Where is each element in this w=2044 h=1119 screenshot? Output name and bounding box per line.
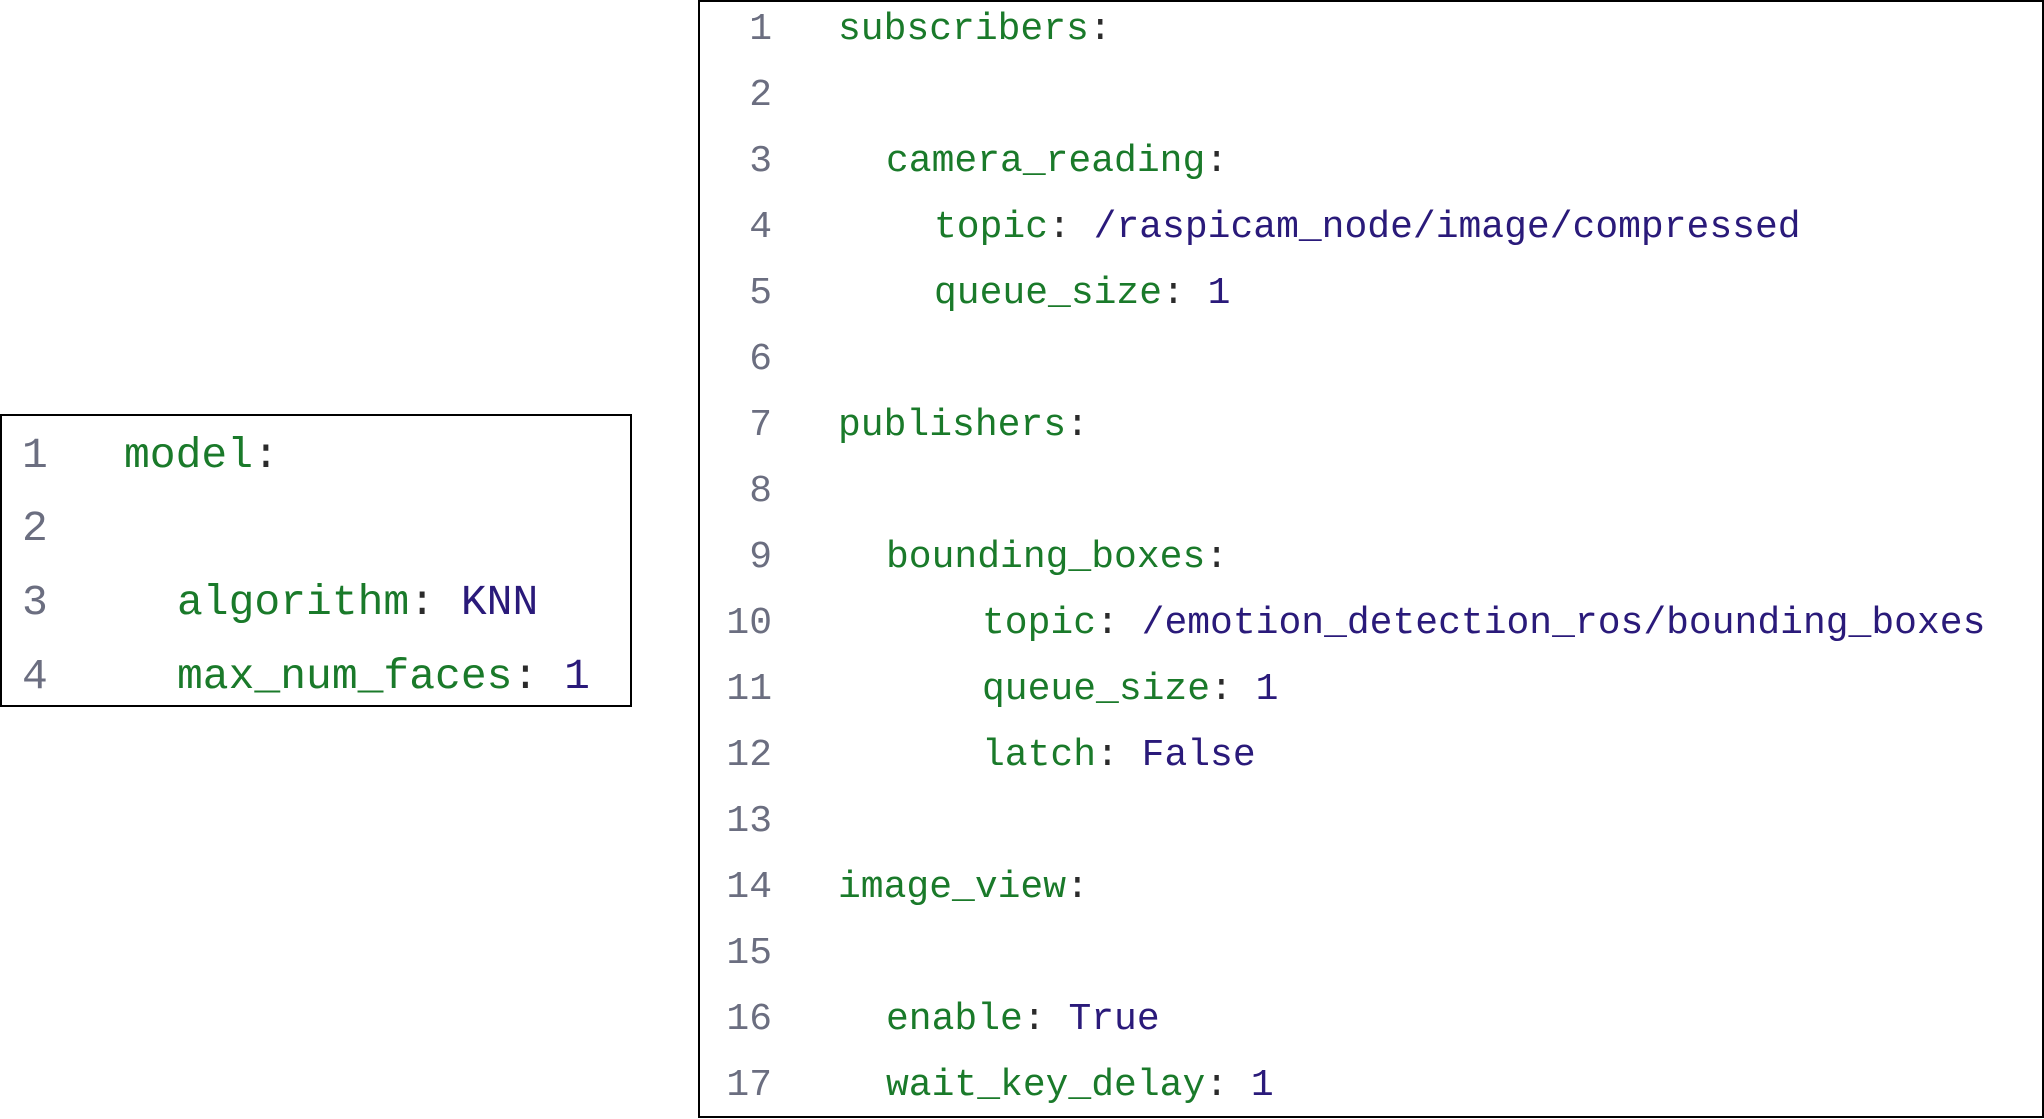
yaml-key: publishers xyxy=(838,404,1067,447)
line-number: 16 xyxy=(726,998,772,1041)
code-text: queue_size: 1 xyxy=(982,657,1278,723)
yaml-separator: : xyxy=(1205,536,1229,579)
yaml-separator: : xyxy=(1066,866,1089,909)
yaml-key: enable xyxy=(886,998,1023,1041)
yaml-key: bounding_boxes xyxy=(886,536,1206,579)
ros-config-listing: 1 subscribers: 2 3 camera_reading: 4 topic: /r… xyxy=(698,0,2044,1118)
line-number: 11 xyxy=(726,668,772,711)
yaml-separator: : xyxy=(1205,140,1229,183)
line-number: 5 xyxy=(749,272,772,315)
code-line: 12 latch: False xyxy=(700,723,2042,789)
yaml-separator: : xyxy=(1210,668,1256,711)
yaml-value: False xyxy=(1141,734,1256,777)
code-line: 14 image_view: xyxy=(700,855,2042,921)
yaml-value: 1 xyxy=(1207,272,1231,315)
line-number: 10 xyxy=(726,602,772,645)
yaml-separator: : xyxy=(512,652,565,701)
code-line: 13 xyxy=(700,789,2042,855)
yaml-value: /raspicam_node/image/compressed xyxy=(1093,206,1801,249)
line-number: 7 xyxy=(749,404,772,447)
code-line: 1 model: xyxy=(2,419,630,493)
model-config-listing: 1 model: 2 3 algorithm: KNN 4 max_num_faces: 1 xyxy=(0,414,632,707)
yaml-key: algorithm xyxy=(177,578,410,627)
code-line: 8 xyxy=(700,459,2042,525)
yaml-separator: : xyxy=(1048,206,1094,249)
code-line: 6 xyxy=(700,327,2042,393)
yaml-key: camera_reading xyxy=(886,140,1206,183)
code-line: 10 topic: /emotion_detection_ros/bounding… xyxy=(700,591,2042,657)
yaml-key: topic xyxy=(934,206,1049,249)
yaml-separator: : xyxy=(1096,602,1142,645)
code-line: 2 xyxy=(2,492,630,566)
code-text: wait_key_delay: 1 xyxy=(886,1053,1274,1119)
code-line: 1 subscribers: xyxy=(700,0,2042,63)
code-text: algorithm: KNN xyxy=(177,566,538,640)
line-number: 1 xyxy=(749,8,772,51)
line-number: 2 xyxy=(749,74,772,117)
yaml-key: latch xyxy=(982,734,1097,777)
code-text: enable: True xyxy=(886,987,1160,1053)
yaml-key: model xyxy=(124,431,254,480)
code-line: 4 topic: /raspicam_node/image/compressed xyxy=(700,195,2042,261)
line-number: 17 xyxy=(726,1064,772,1107)
yaml-value: 1 xyxy=(564,652,590,701)
code-line: 9 bounding_boxes: xyxy=(700,525,2042,591)
yaml-value: True xyxy=(1068,998,1160,1041)
yaml-value: 1 xyxy=(1250,1064,1274,1107)
yaml-value: 1 xyxy=(1255,668,1279,711)
code-line: 2 xyxy=(700,63,2042,129)
line-number: 3 xyxy=(22,578,48,627)
yaml-separator: : xyxy=(1022,998,1069,1041)
code-line: 3 algorithm: KNN xyxy=(2,566,630,640)
code-text: queue_size: 1 xyxy=(934,261,1230,327)
yaml-value: KNN xyxy=(460,578,539,627)
yaml-value: /emotion_detection_ros/bounding_boxes xyxy=(1141,602,1986,645)
line-number: 12 xyxy=(726,734,772,777)
code-text: latch: False xyxy=(982,723,1256,789)
line-number: 14 xyxy=(726,866,772,909)
line-number: 2 xyxy=(22,504,48,553)
yaml-separator: : xyxy=(1096,734,1142,777)
yaml-key: wait_key_delay xyxy=(886,1064,1206,1107)
yaml-separator: : xyxy=(1162,272,1208,315)
code-line: 17 wait_key_delay: 1 xyxy=(700,1053,2042,1119)
yaml-key: subscribers xyxy=(838,8,1089,51)
yaml-separator: : xyxy=(1066,404,1089,447)
code-text: publishers: xyxy=(838,393,1089,459)
yaml-separator: : xyxy=(1088,8,1112,51)
yaml-key: topic xyxy=(982,602,1097,645)
code-text: max_num_faces: 1 xyxy=(177,640,590,714)
yaml-key: queue_size xyxy=(982,668,1211,711)
line-number: 6 xyxy=(749,338,772,381)
yaml-key: queue_size xyxy=(934,272,1163,315)
line-number: 9 xyxy=(749,536,772,579)
code-text: image_view: xyxy=(838,855,1089,921)
yaml-key: max_num_faces xyxy=(177,652,513,701)
yaml-key: image_view xyxy=(838,866,1067,909)
code-text: model: xyxy=(124,419,279,493)
code-line: 3 camera_reading: xyxy=(700,129,2042,195)
code-line: 7 publishers: xyxy=(700,393,2042,459)
line-number: 8 xyxy=(749,470,772,513)
code-line: 16 enable: True xyxy=(700,987,2042,1053)
line-number: 4 xyxy=(749,206,772,249)
line-number: 3 xyxy=(749,140,772,183)
code-line: 4 max_num_faces: 1 xyxy=(2,640,630,714)
line-number: 1 xyxy=(22,431,48,480)
yaml-separator: : xyxy=(253,431,279,480)
code-line: 15 xyxy=(700,921,2042,987)
code-text: topic: /raspicam_node/image/compressed xyxy=(934,195,1801,261)
code-line: 11 queue_size: 1 xyxy=(700,657,2042,723)
line-number: 15 xyxy=(726,932,772,975)
code-text: subscribers: xyxy=(838,0,1112,63)
code-line: 5 queue_size: 1 xyxy=(700,261,2042,327)
yaml-separator: : xyxy=(1205,1064,1251,1107)
code-text: camera_reading: xyxy=(886,129,1228,195)
line-number: 13 xyxy=(726,800,772,843)
yaml-separator: : xyxy=(409,578,461,627)
code-text: topic: /emotion_detection_ros/bounding_b… xyxy=(982,591,1985,657)
code-text: bounding_boxes: xyxy=(886,525,1228,591)
line-number: 4 xyxy=(22,652,48,701)
